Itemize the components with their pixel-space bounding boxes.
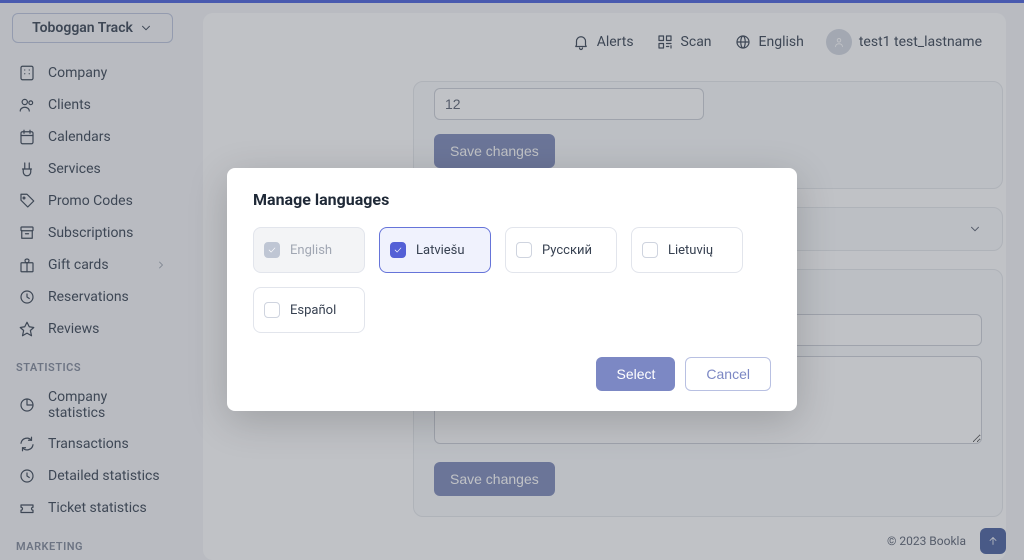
lang-option-lietuviu[interactable]: Lietuvių xyxy=(631,227,743,273)
checkbox-icon xyxy=(390,242,406,258)
lang-label: English xyxy=(290,243,332,258)
checkbox-icon xyxy=(264,242,280,258)
cancel-button[interactable]: Cancel xyxy=(685,357,771,391)
language-options: English Latviešu Русский Lietuvių Españo… xyxy=(253,227,771,333)
select-button[interactable]: Select xyxy=(596,357,675,391)
lang-label: Latviešu xyxy=(416,243,465,258)
modal-actions: Select Cancel xyxy=(253,357,771,391)
lang-label: Lietuvių xyxy=(668,243,713,258)
modal-backdrop[interactable]: Manage languages English Latviešu Русски… xyxy=(0,0,1024,560)
lang-option-espanol[interactable]: Español xyxy=(253,287,365,333)
checkbox-icon xyxy=(516,242,532,258)
lang-option-english: English xyxy=(253,227,365,273)
lang-option-russian[interactable]: Русский xyxy=(505,227,617,273)
manage-languages-modal: Manage languages English Latviešu Русски… xyxy=(227,168,797,411)
lang-label: Русский xyxy=(542,243,592,258)
lang-option-latviesu[interactable]: Latviešu xyxy=(379,227,491,273)
checkbox-icon xyxy=(264,302,280,318)
checkbox-icon xyxy=(642,242,658,258)
lang-label: Español xyxy=(290,303,336,318)
modal-title: Manage languages xyxy=(253,190,771,209)
